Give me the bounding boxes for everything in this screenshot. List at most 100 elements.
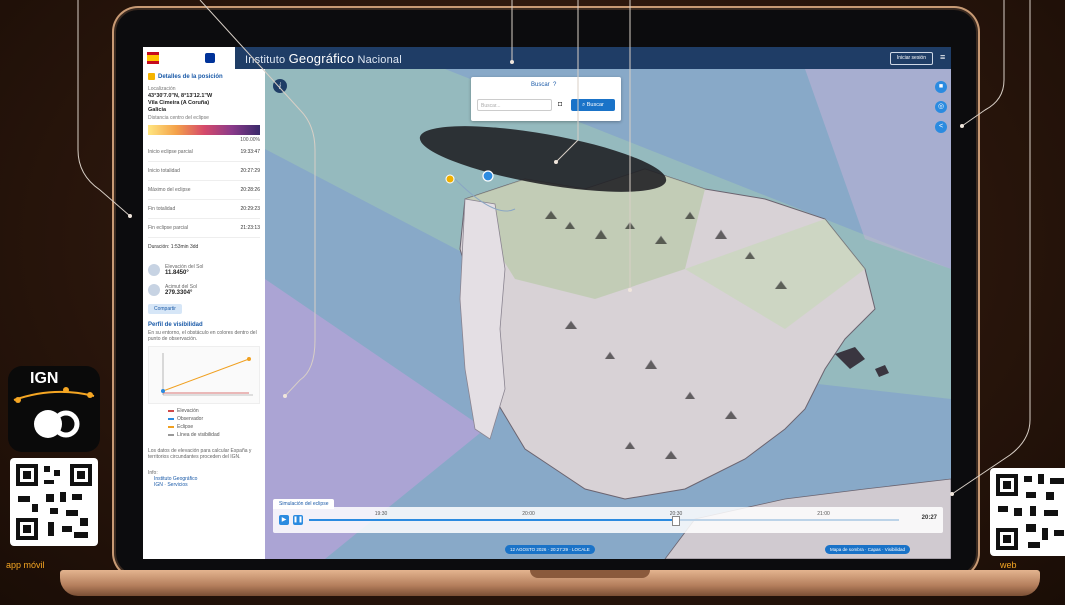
legend-label: Observador bbox=[177, 416, 204, 422]
duration-row: Duración: 1:53min 3dd bbox=[148, 238, 260, 256]
timing-label: Fin eclipse parcial bbox=[148, 225, 189, 231]
timing-row: Fin totalidad 20:29:23 bbox=[148, 200, 260, 219]
profile-title: Perfil de visibilidad bbox=[148, 322, 203, 328]
search-tab-label[interactable]: Buscar bbox=[531, 82, 550, 88]
share-position-button[interactable]: Compartir bbox=[148, 304, 182, 314]
legend-swatch bbox=[168, 410, 174, 412]
date-pill[interactable]: 12 AGOSTO 2026 · 20:27:29 · LOCALE bbox=[505, 545, 595, 554]
timeline-handle[interactable] bbox=[671, 516, 680, 526]
sidebar-title-text: Detalles de la posición bbox=[158, 73, 223, 80]
legend-label: Línea de visibilidad bbox=[177, 432, 220, 438]
title-suffix: Nacional bbox=[357, 53, 402, 66]
location-label: Localización bbox=[148, 86, 176, 92]
timeline-tick-label: 19:30 bbox=[374, 511, 388, 517]
details-sidebar: Detalles de la posición Localización 43°… bbox=[143, 69, 265, 559]
legend-swatch bbox=[168, 418, 174, 420]
pause-icon[interactable]: ❚❚ bbox=[293, 515, 303, 525]
app-icon-graphic bbox=[13, 387, 95, 438]
timeline-tick-label: 20:30 bbox=[669, 511, 683, 517]
search-button[interactable]: ⌕ Buscar bbox=[571, 99, 615, 111]
timing-label: Inicio eclipse parcial bbox=[148, 149, 193, 155]
timeline-track[interactable] bbox=[309, 516, 899, 526]
web-caption: web bbox=[1000, 560, 1017, 570]
legend-label: Elevación bbox=[177, 408, 199, 414]
qr-pattern-app bbox=[16, 464, 92, 540]
eu-flag-icon bbox=[205, 53, 215, 63]
laptop-notch bbox=[530, 570, 650, 578]
timeline-progress bbox=[309, 519, 675, 521]
search-panel: Buscar ? Buscar... ◘ ⌕ Buscar bbox=[471, 77, 621, 121]
spain-flag-icon bbox=[147, 52, 159, 64]
search-tabs: Buscar ? bbox=[531, 82, 556, 88]
search-button-label: Buscar bbox=[586, 102, 604, 108]
legend-label: Eclipse bbox=[177, 424, 194, 430]
links-list: Instituto Geográfico IGN · Servicios bbox=[148, 476, 260, 488]
app-title: Instituto Geográfico Nacional bbox=[245, 51, 402, 66]
elevation-footnote: Los datos de elevación para calcular Esp… bbox=[148, 448, 252, 460]
sun-azimuth-value: 279.3304° bbox=[165, 290, 193, 296]
qr-code-web bbox=[990, 468, 1065, 556]
sidebar-title: Detalles de la posición bbox=[148, 73, 260, 80]
legend-swatch bbox=[168, 434, 174, 436]
sun-azimuth-icon bbox=[148, 284, 160, 296]
menu-icon[interactable]: ≡ bbox=[940, 52, 948, 62]
timing-label: Máximo del eclipse bbox=[148, 187, 191, 193]
timeline-tick-label: 20:00 bbox=[522, 511, 535, 517]
legend-item: Observador bbox=[148, 416, 260, 422]
sun-elevation-icon bbox=[148, 264, 160, 276]
magnitude-gradient bbox=[148, 125, 260, 135]
gradient-caption: Distancia centro del eclipse bbox=[148, 115, 209, 121]
place-name: Vila Cimeira (A Coruña) bbox=[148, 100, 210, 106]
help-tab[interactable]: ? bbox=[553, 82, 556, 88]
timing-label: Fin totalidad bbox=[148, 206, 176, 212]
legend-item: Elevación bbox=[148, 408, 260, 414]
app-caption: app móvil bbox=[6, 560, 45, 570]
timing-value: 21:23:13 bbox=[240, 225, 260, 231]
profile-description: En su entorno, el obstáculo en colores d… bbox=[148, 330, 257, 342]
coordinates: 43°30'7.0"N, 8°13'12.1"W Vila Cimeira (A… bbox=[148, 93, 260, 114]
timeline-time: 20:27 bbox=[921, 515, 937, 521]
title-main: Geográfico bbox=[288, 50, 355, 66]
qr-code-app bbox=[10, 458, 98, 546]
timing-value: 19:33:47 bbox=[240, 149, 260, 155]
camera-icon[interactable]: ◘ bbox=[558, 101, 567, 109]
timing-row: Máximo del eclipse 20:28:26 bbox=[148, 181, 260, 200]
region-name: Galicia bbox=[148, 107, 167, 113]
coords-value: 43°30'7.0"N, 8°13'12.1"W bbox=[148, 93, 213, 99]
timing-rows: Inicio eclipse parcial 19:33:47 Inicio tot… bbox=[148, 143, 260, 238]
login-button[interactable]: Iniciar sesión bbox=[889, 52, 933, 65]
government-logo bbox=[143, 47, 235, 69]
locate-icon[interactable]: ◎ bbox=[935, 101, 947, 113]
timeline-tick-label: 21:00 bbox=[817, 511, 830, 517]
timing-row: Fin eclipse parcial 21:23:13 bbox=[148, 219, 260, 238]
layers-icon[interactable]: ■ bbox=[935, 81, 947, 93]
duration-label: Duración: 1:53min 3dd bbox=[148, 244, 199, 250]
visibility-profile-chart bbox=[148, 346, 260, 404]
play-icon[interactable]: ▶ bbox=[279, 515, 289, 525]
profile-legend: Elevación Observador Eclipse Línea de visib… bbox=[148, 408, 260, 438]
map-canvas bbox=[265, 69, 951, 559]
laptop-base bbox=[60, 570, 1040, 596]
info-button[interactable]: i bbox=[273, 79, 287, 93]
layers-pill[interactable]: Mapa de sombra · Capas · Visibilidad bbox=[825, 545, 910, 554]
app-screen: i Buscar ? Buscar... ◘ ⌕ Buscar ■ ◎ < In… bbox=[143, 47, 951, 559]
timing-row: Inicio eclipse parcial 19:33:47 bbox=[148, 143, 260, 162]
qr-pattern-web bbox=[996, 474, 1064, 550]
map-view[interactable]: i Buscar ? Buscar... ◘ ⌕ Buscar ■ ◎ < bbox=[265, 69, 951, 559]
title-prefix: Instituto bbox=[245, 53, 286, 66]
checkbox-icon bbox=[148, 73, 155, 80]
timing-value: 20:28:26 bbox=[240, 187, 260, 193]
timing-value: 20:27:29 bbox=[240, 168, 260, 174]
sun-azimuth: Acimut del Sol 279.3304° bbox=[148, 284, 260, 296]
legend-item: Línea de visibilidad bbox=[148, 432, 260, 438]
ign-app-icon: IGN bbox=[8, 366, 100, 452]
sun-elevation-value: 11.8450° bbox=[165, 270, 189, 276]
legend-swatch bbox=[168, 426, 174, 428]
search-input[interactable]: Buscar... bbox=[477, 99, 552, 111]
info-link[interactable]: IGN · Servicios bbox=[154, 482, 260, 488]
sun-elevation: Elevación del Sol 11.8450° bbox=[148, 264, 260, 276]
timing-value: 20:29:23 bbox=[240, 206, 260, 212]
timing-row: Inicio totalidad 20:27:29 bbox=[148, 162, 260, 181]
eclipse-timeline: ▶ ❚❚ 19:30 20:00 20:30 21:00 20:27 bbox=[273, 507, 943, 533]
share-icon[interactable]: < bbox=[935, 121, 947, 133]
